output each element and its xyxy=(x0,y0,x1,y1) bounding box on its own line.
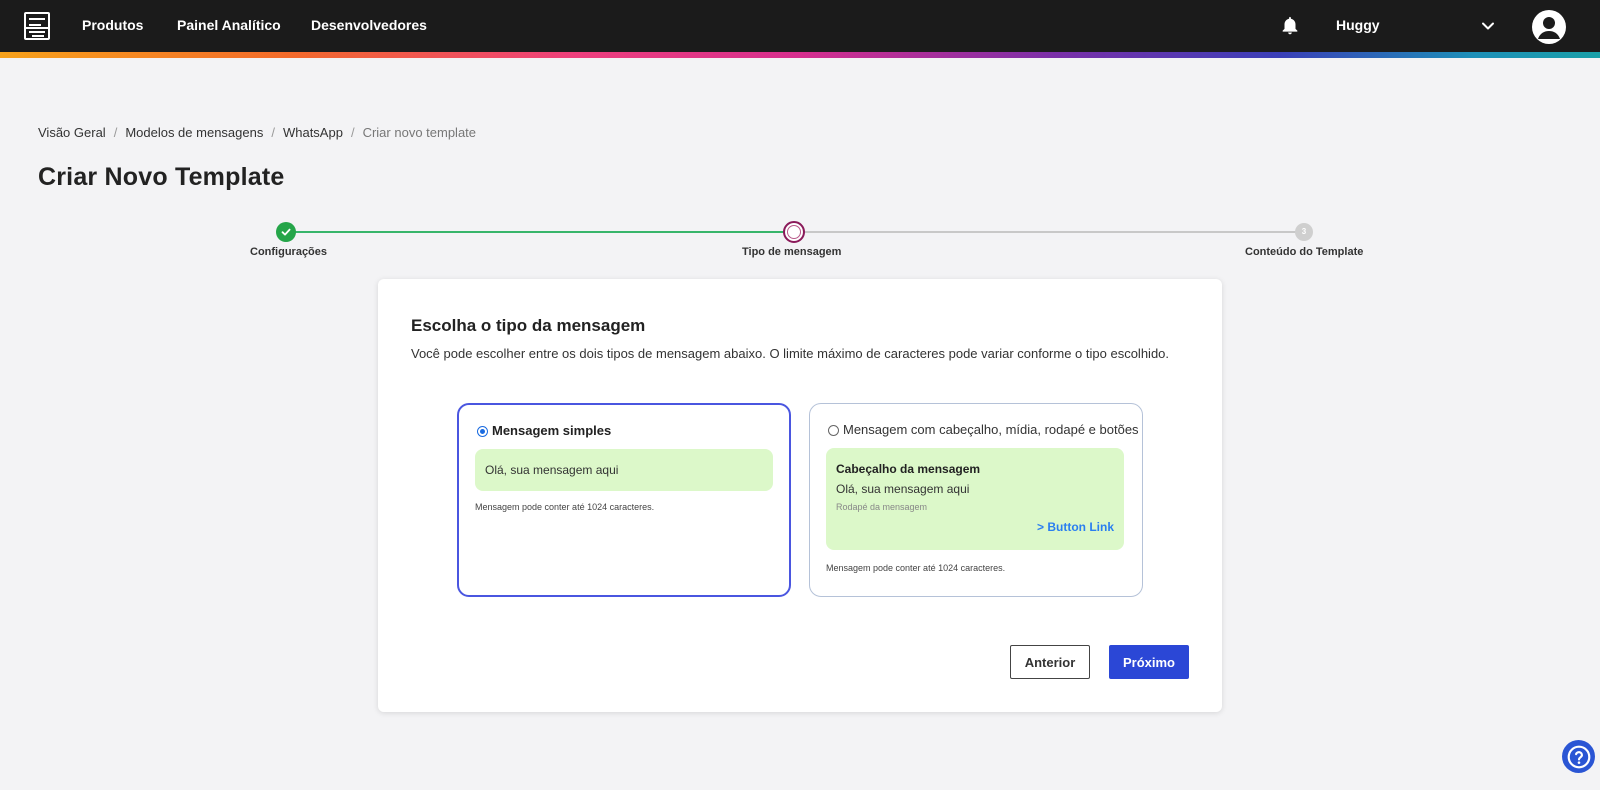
message-preview-bubble: Olá, sua mensagem aqui xyxy=(475,449,773,491)
option-simple-label[interactable]: Mensagem simples xyxy=(492,423,611,438)
nav-item-produtos[interactable]: Produtos xyxy=(82,17,143,33)
top-navigation-bar: Produtos Painel Analítico Desenvolvedore… xyxy=(0,0,1600,52)
step-2-label: Tipo de mensagem xyxy=(742,246,842,258)
step-3-label: Conteúdo do Template xyxy=(1245,246,1364,258)
check-icon xyxy=(281,228,291,236)
breadcrumb: Visão Geral / Modelos de mensagens / Wha… xyxy=(38,125,476,140)
preview-header: Cabeçalho da mensagem xyxy=(836,462,981,476)
page-title: Criar Novo Template xyxy=(38,163,285,191)
option-simple-message[interactable]: Mensagem simples Olá, sua mensagem aqui … xyxy=(457,403,791,597)
bell-icon[interactable] xyxy=(1280,16,1300,36)
breadcrumb-separator: / xyxy=(113,125,118,140)
nav-item-painel-analitico[interactable]: Painel Analítico xyxy=(177,17,281,33)
card-description: Você pode escolher entre os dois tipos d… xyxy=(411,346,1170,361)
breadcrumb-separator: / xyxy=(350,125,355,140)
radio-simple-message[interactable] xyxy=(477,426,488,437)
character-limit-hint: Mensagem pode conter até 1024 caracteres… xyxy=(826,563,1006,573)
breadcrumb-item-whatsapp[interactable]: WhatsApp xyxy=(283,125,343,140)
step-1-label: Configurações xyxy=(250,246,328,258)
brand-gradient-bar xyxy=(0,52,1600,58)
next-button[interactable]: Próximo xyxy=(1109,645,1189,679)
stepper-line-pending xyxy=(795,231,1305,233)
message-type-card: Escolha o tipo da mensagem Você pode esc… xyxy=(378,279,1222,712)
step-2-indicator xyxy=(783,221,805,243)
nav-item-desenvolvedores[interactable]: Desenvolvedores xyxy=(311,17,427,33)
card-title: Escolha o tipo da mensagem xyxy=(411,316,646,335)
step-1-indicator xyxy=(276,222,296,242)
option-rich-label[interactable]: Mensagem com cabeçalho, mídia, rodapé e … xyxy=(843,422,1139,437)
breadcrumb-item-modelos[interactable]: Modelos de mensagens xyxy=(125,125,263,140)
user-avatar-icon[interactable] xyxy=(1532,10,1566,44)
step-3-indicator: 3 xyxy=(1295,223,1313,241)
user-name[interactable]: Huggy xyxy=(1336,17,1380,33)
option-rich-message[interactable]: Mensagem com cabeçalho, mídia, rodapé e … xyxy=(809,403,1143,597)
stepper-line-completed xyxy=(285,231,793,233)
character-limit-hint: Mensagem pode conter até 1024 caracteres… xyxy=(475,502,655,512)
preview-button-link: > Button Link xyxy=(1037,520,1114,534)
help-icon[interactable] xyxy=(1562,740,1595,773)
breadcrumb-separator: / xyxy=(271,125,275,140)
chevron-down-icon[interactable] xyxy=(1480,18,1496,34)
breadcrumb-item-visao-geral[interactable]: Visão Geral xyxy=(38,125,106,140)
previous-button[interactable]: Anterior xyxy=(1010,645,1090,679)
preview-footer: Rodapé da mensagem xyxy=(836,502,928,512)
message-preview-bubble: Cabeçalho da mensagem Olá, sua mensagem … xyxy=(826,448,1124,550)
breadcrumb-item-current: Criar novo template xyxy=(362,125,477,140)
preview-body: Olá, sua mensagem aqui xyxy=(485,463,619,477)
zenvia-logo[interactable] xyxy=(24,12,50,40)
radio-rich-message[interactable] xyxy=(828,425,839,436)
preview-body: Olá, sua mensagem aqui xyxy=(836,482,970,496)
